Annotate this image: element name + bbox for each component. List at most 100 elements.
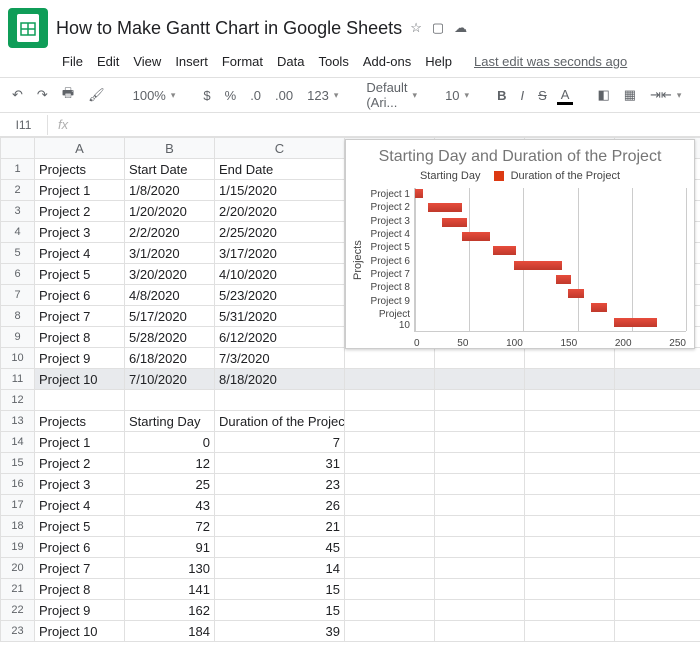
cell[interactable]: 23 [215,474,345,495]
cell[interactable] [525,537,615,558]
cell[interactable] [525,411,615,432]
cell[interactable] [345,369,435,390]
cell[interactable] [435,516,525,537]
cell[interactable]: 7 [215,432,345,453]
row-header[interactable]: 14 [1,432,35,453]
cell[interactable] [215,390,345,411]
cell[interactable] [615,411,700,432]
cell[interactable] [435,495,525,516]
cell[interactable]: 31 [215,453,345,474]
cell[interactable]: Project 7 [35,558,125,579]
cell[interactable]: 2/2/2020 [125,222,215,243]
percent-button[interactable]: % [221,86,241,105]
spreadsheet-grid[interactable]: ABCDEFG 1ProjectsStart DateEnd Date2Proj… [0,137,700,667]
doc-title[interactable]: How to Make Gantt Chart in Google Sheets [56,18,402,39]
row-header[interactable]: 20 [1,558,35,579]
cell[interactable]: Project 8 [35,579,125,600]
cell[interactable]: 4/10/2020 [215,264,345,285]
cell[interactable]: 43 [125,495,215,516]
cell[interactable]: Projects [35,159,125,180]
row-header[interactable]: 15 [1,453,35,474]
cell[interactable]: Duration of the Project [215,411,345,432]
row-header[interactable]: 16 [1,474,35,495]
cell[interactable] [525,621,615,642]
cell[interactable] [615,579,700,600]
cell[interactable] [345,390,435,411]
cell[interactable] [435,600,525,621]
cell[interactable]: Project 9 [35,600,125,621]
cell[interactable] [345,432,435,453]
cell[interactable]: 3/20/2020 [125,264,215,285]
cell[interactable] [435,369,525,390]
cell[interactable] [525,516,615,537]
cell[interactable] [435,411,525,432]
menu-insert[interactable]: Insert [169,52,214,71]
cell[interactable]: Project 2 [35,453,125,474]
cell[interactable]: 15 [215,579,345,600]
cell[interactable]: 14 [215,558,345,579]
cell[interactable]: Project 3 [35,222,125,243]
row-header[interactable]: 1 [1,159,35,180]
gantt-chart[interactable]: Starting Day and Duration of the Project… [345,139,695,349]
cell[interactable]: 15 [215,600,345,621]
fill-color-button[interactable]: ◧ [593,85,613,105]
print-button[interactable]: 🖶 [58,82,78,108]
cell[interactable] [615,621,700,642]
cell[interactable] [435,621,525,642]
col-header-C[interactable]: C [215,138,345,159]
row-header[interactable]: 11 [1,369,35,390]
cell[interactable]: 21 [215,516,345,537]
cell[interactable] [615,369,700,390]
cell[interactable]: 72 [125,516,215,537]
cell[interactable]: Project 10 [35,369,125,390]
more-formats-button[interactable]: 123 [303,86,342,105]
cell[interactable]: Project 4 [35,243,125,264]
cell[interactable] [345,558,435,579]
sheets-logo[interactable] [8,8,48,48]
row-header[interactable]: 17 [1,495,35,516]
cell[interactable]: Project 6 [35,285,125,306]
font-size-select[interactable]: 10 [441,86,473,105]
cell[interactable]: Project 1 [35,432,125,453]
cell[interactable] [345,600,435,621]
cell[interactable]: 4/8/2020 [125,285,215,306]
cell[interactable]: Project 9 [35,348,125,369]
menu-add-ons[interactable]: Add-ons [357,52,417,71]
cell[interactable] [435,453,525,474]
cell[interactable] [345,474,435,495]
cell[interactable] [435,579,525,600]
col-header-A[interactable]: A [35,138,125,159]
cell[interactable] [615,390,700,411]
cloud-icon[interactable]: ☁ [454,20,467,36]
strike-button[interactable]: S [534,86,551,105]
row-header[interactable]: 8 [1,306,35,327]
cell[interactable] [525,369,615,390]
text-color-button[interactable]: A [557,85,574,105]
row-header[interactable]: 6 [1,264,35,285]
menu-format[interactable]: Format [216,52,269,71]
cell[interactable] [525,495,615,516]
cell[interactable] [525,348,615,369]
row-header[interactable]: 21 [1,579,35,600]
cell[interactable]: 184 [125,621,215,642]
last-edit-link[interactable]: Last edit was seconds ago [468,52,633,71]
cell[interactable] [615,474,700,495]
cell[interactable] [615,537,700,558]
cell[interactable] [345,495,435,516]
cell[interactable]: Project 7 [35,306,125,327]
cell[interactable] [615,495,700,516]
cell[interactable] [525,390,615,411]
cell[interactable]: 6/18/2020 [125,348,215,369]
menu-tools[interactable]: Tools [312,52,354,71]
star-icon[interactable]: ☆ [410,20,422,36]
cell[interactable] [345,453,435,474]
cell[interactable] [345,537,435,558]
row-header[interactable]: 2 [1,180,35,201]
menu-help[interactable]: Help [419,52,458,71]
col-header-B[interactable]: B [125,138,215,159]
cell[interactable]: 2/20/2020 [215,201,345,222]
row-header[interactable]: 3 [1,201,35,222]
cell[interactable] [525,453,615,474]
row-header[interactable]: 18 [1,516,35,537]
cell[interactable]: 5/17/2020 [125,306,215,327]
